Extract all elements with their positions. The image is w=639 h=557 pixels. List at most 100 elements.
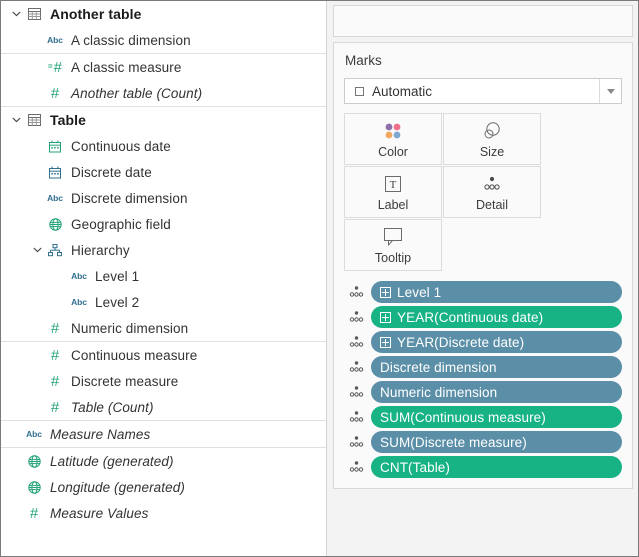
empty-shelf-card[interactable]	[333, 5, 633, 37]
data-source-group-header[interactable]: Another table	[1, 1, 326, 27]
mark-button-label: Tooltip	[374, 250, 412, 265]
mark-button-label: Label	[377, 197, 409, 212]
detail-dots-icon[interactable]	[344, 460, 368, 474]
data-source-group-header[interactable]: Table	[1, 107, 326, 133]
detail-dots-icon	[481, 173, 503, 195]
detail-dots-icon[interactable]	[344, 435, 368, 449]
data-field-row[interactable]: Abc Measure Names	[1, 421, 326, 447]
data-field-row[interactable]: Abc A classic dimension	[1, 27, 326, 53]
mark-button-color[interactable]: Color	[344, 113, 442, 165]
detail-dots-icon[interactable]	[344, 285, 368, 299]
expand-plus-icon[interactable]	[380, 311, 391, 323]
marks-pill-row[interactable]: Level 1	[344, 281, 622, 303]
field-label: Another table (Count)	[71, 85, 203, 101]
expand-plus-icon[interactable]	[380, 336, 391, 348]
field-label: Discrete dimension	[71, 190, 188, 206]
marks-pill[interactable]: YEAR(Discrete date)	[371, 331, 622, 353]
marks-pill[interactable]: Numeric dimension	[371, 381, 622, 403]
svg-text:T: T	[390, 179, 397, 191]
field-label: Latitude (generated)	[50, 453, 174, 469]
expand-plus-icon[interactable]	[380, 286, 391, 298]
chevron-down-icon[interactable]	[30, 247, 44, 253]
marks-pill-row[interactable]: SUM(Continuous measure)	[344, 406, 622, 428]
tooltip-bubble-icon	[383, 226, 403, 248]
field-label: Continuous measure	[71, 347, 198, 363]
data-field-row[interactable]: Abc Level 2	[1, 289, 326, 315]
data-field-row[interactable]: # Discrete measure	[1, 368, 326, 394]
detail-dots-icon[interactable]	[344, 335, 368, 349]
mark-type-dropdown[interactable]: Automatic	[344, 78, 622, 104]
mark-button-detail[interactable]: Detail	[443, 166, 541, 218]
color-dots-icon	[382, 120, 404, 142]
data-field-row[interactable]: # Measure Values	[1, 500, 326, 526]
data-field-row[interactable]: # Table (Count)	[1, 394, 326, 420]
tableau-worksheet-panels: Another table Abc A classic dimension = # A c…	[0, 0, 639, 557]
marks-pill[interactable]: Discrete dimension	[371, 356, 622, 378]
data-field-row[interactable]: Latitude (generated)	[1, 448, 326, 474]
detail-dots-icon[interactable]	[344, 360, 368, 374]
data-field-row[interactable]: Abc Discrete dimension	[1, 185, 326, 211]
data-field-row[interactable]: # Another table (Count)	[1, 80, 326, 106]
mark-button-tooltip[interactable]: Tooltip	[344, 219, 442, 271]
detail-dots-icon[interactable]	[344, 385, 368, 399]
mark-type-dropdown-arrow[interactable]	[599, 79, 621, 103]
data-field-row[interactable]: Geographic field	[1, 211, 326, 237]
data-field-row[interactable]: Discrete date	[1, 159, 326, 185]
data-field-row[interactable]: Longitude (generated)	[1, 474, 326, 500]
right-shelf-column: Marks Automatic Color Size T Label Detail Too…	[327, 1, 638, 556]
marks-card: Marks Automatic Color Size T Label Detail Too…	[333, 42, 633, 489]
marks-pill[interactable]: CNT(Table)	[371, 456, 622, 478]
field-label: Level 2	[95, 294, 140, 310]
marks-card-title: Marks	[345, 53, 382, 68]
number-icon: #	[29, 504, 39, 522]
chevron-down-icon	[606, 88, 615, 94]
field-label: A classic dimension	[71, 32, 191, 48]
data-field-row[interactable]: = # A classic measure	[1, 54, 326, 80]
number-icon: #	[50, 84, 60, 102]
abc-icon: Abc	[71, 271, 87, 281]
detail-dots-icon[interactable]	[344, 310, 368, 324]
data-field-row[interactable]: # Continuous measure	[1, 342, 326, 368]
data-field-row[interactable]: # Numeric dimension	[1, 315, 326, 341]
marks-pill[interactable]: SUM(Continuous measure)	[371, 406, 622, 428]
mark-button-label[interactable]: T Label	[344, 166, 442, 218]
field-label: Table	[50, 112, 87, 128]
marks-pill-label: SUM(Continuous measure)	[380, 409, 546, 425]
marks-pill-row[interactable]: YEAR(Continuous date)	[344, 306, 622, 328]
marks-pill-label: YEAR(Continuous date)	[397, 309, 544, 325]
field-label: Table (Count)	[71, 399, 154, 415]
chevron-down-icon[interactable]	[9, 11, 23, 17]
data-field-row[interactable]: Hierarchy	[1, 237, 326, 263]
mark-type-value: Automatic	[372, 83, 433, 99]
marks-pill-row[interactable]: Numeric dimension	[344, 381, 622, 403]
marks-pill-row[interactable]: YEAR(Discrete date)	[344, 331, 622, 353]
marks-pill-row[interactable]: Discrete dimension	[344, 356, 622, 378]
field-label: Geographic field	[71, 216, 171, 232]
marks-pill[interactable]: SUM(Discrete measure)	[371, 431, 622, 453]
field-label: Hierarchy	[71, 242, 130, 258]
field-label: A classic measure	[71, 59, 182, 75]
globe-icon	[44, 217, 66, 231]
data-field-row[interactable]: Abc Level 1	[1, 263, 326, 289]
mark-button-size[interactable]: Size	[443, 113, 541, 165]
data-field-row[interactable]: Continuous date	[1, 133, 326, 159]
mark-type-square-icon	[355, 86, 364, 96]
hierarchy-icon	[44, 243, 66, 257]
number-icon: #	[50, 372, 60, 390]
field-label: Discrete date	[71, 164, 152, 180]
marks-pill-label: Level 1	[397, 284, 442, 300]
globe-icon	[23, 480, 45, 494]
marks-pill-label: CNT(Table)	[380, 459, 451, 475]
marks-pill[interactable]: Level 1	[371, 281, 622, 303]
abc-icon: Abc	[47, 35, 63, 45]
field-label: Longitude (generated)	[50, 479, 185, 495]
marks-pill-label: SUM(Discrete measure)	[380, 434, 527, 450]
abc-icon: Abc	[26, 429, 42, 439]
number-icon: #	[50, 346, 60, 364]
marks-pill-row[interactable]: SUM(Discrete measure)	[344, 431, 622, 453]
marks-pill-row[interactable]: CNT(Table)	[344, 456, 622, 478]
marks-pill[interactable]: YEAR(Continuous date)	[371, 306, 622, 328]
detail-dots-icon[interactable]	[344, 410, 368, 424]
chevron-down-icon[interactable]	[9, 117, 23, 123]
data-pane[interactable]: Another table Abc A classic dimension = # A c…	[1, 1, 327, 556]
